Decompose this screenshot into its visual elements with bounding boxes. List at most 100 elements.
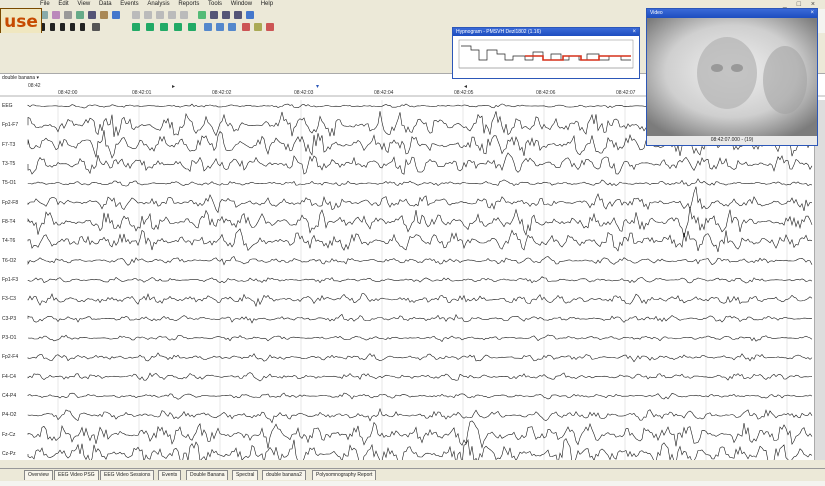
record-icon[interactable] [242,23,250,31]
menu-analysis[interactable]: Analysis [147,0,169,9]
channel-label[interactable]: Fp1-F3 [2,276,26,284]
print-icon[interactable] [64,11,72,19]
layout-icon-4[interactable] [168,11,176,19]
channel-label[interactable]: P3-O1 [2,334,26,342]
close-icon[interactable]: × [810,10,814,16]
playhead-marker-icon[interactable]: ◂ [464,83,467,90]
edit-icon[interactable] [100,11,108,19]
patient-face [697,37,757,109]
zoom-icon[interactable] [88,11,96,19]
menu-view[interactable]: View [77,0,90,9]
annotation-icon-3[interactable] [228,23,236,31]
tab-eeg-video-psg[interactable]: EEG Video PSG [54,470,99,480]
hypnogram-window[interactable]: Hypnogram - PMSVH Dezl1802 (1.16) × [452,27,640,79]
menu-edit[interactable]: Edit [58,0,68,9]
channel-label[interactable]: T4-T6 [2,237,26,245]
playhead-marker-icon[interactable]: ▸ [172,83,175,90]
video-timestamp: 08:42:07.000 - (19) [710,137,754,143]
channel-label[interactable]: EEG [2,102,26,110]
hypnogram-titlebar[interactable]: Hypnogram - PMSVH Dezl1802 (1.16) × [453,28,639,36]
settings-icon[interactable] [246,11,254,19]
save-icon[interactable] [52,11,60,19]
layout-icon-5[interactable] [180,11,188,19]
channel-label[interactable]: C4-P4 [2,392,26,400]
play-icon[interactable] [60,23,65,31]
alert-icon[interactable] [266,23,274,31]
hypnogram-plot [458,39,634,69]
marker-icon[interactable] [112,11,120,19]
eeg-channel-trace [27,438,813,469]
annotation-icon-2[interactable] [216,23,224,31]
event-icon-5[interactable] [188,23,196,31]
filter-icon[interactable] [222,11,230,19]
step-forward-icon[interactable] [80,23,85,31]
annotation-icon-1[interactable] [204,23,212,31]
flag-icon[interactable] [254,23,262,31]
chevron-down-icon[interactable]: ▾ [36,75,39,81]
hypnogram-title: Hypnogram - PMSVH Dezl1802 (1.16) [456,29,542,35]
channel-label[interactable]: F8-T4 [2,218,26,226]
channel-label[interactable]: T5-O1 [2,179,26,187]
loop-icon[interactable] [92,23,100,31]
tab-overview[interactable]: Overview [24,470,53,480]
menu-help[interactable]: Help [261,0,273,9]
event-icon-3[interactable] [160,23,168,31]
copy-icon[interactable] [76,11,84,19]
event-icon-2[interactable] [146,23,154,31]
tab-spectral[interactable]: Spectral [232,470,259,480]
channel-label[interactable]: F4-C4 [2,373,26,381]
menu-reports[interactable]: Reports [178,0,199,9]
video-window[interactable]: Video × 08:42:07.000 - (19) [646,8,818,146]
layout-icon-3[interactable] [156,11,164,19]
menu-window[interactable]: Window [231,0,252,9]
eeg-channel-trace [27,276,813,284]
timeline-tick: 08:42:00 [58,90,78,96]
tab-double-banana2[interactable]: double banana2 [262,470,306,480]
montage-icon[interactable] [198,11,206,19]
eeg-channel-trace [27,293,813,308]
channel-label[interactable]: T3-T5 [2,160,26,168]
channel-label[interactable]: Fz-Cz [2,431,26,439]
tab-polysomnography-report[interactable]: Polysomnography Report [312,470,377,480]
eeg-channel-trace [27,407,813,424]
eeg-channel-trace [27,352,813,363]
status-bar [0,460,825,468]
close-icon[interactable]: × [632,29,636,35]
channel-label[interactable]: F7-T3 [2,141,26,149]
montage-select[interactable]: double banana [2,75,35,81]
layout-icon-1[interactable] [132,11,140,19]
eeg-channel-trace [27,186,813,214]
tab-eeg-video-sessions[interactable]: EEG Video Sessions [100,470,155,480]
sensitivity-icon[interactable] [210,11,218,19]
eeg-channel-trace [27,228,813,253]
playhead-marker-icon[interactable]: ▾ [316,83,319,90]
channel-label[interactable]: Fp2-F4 [2,353,26,361]
eeg-channel-trace [27,152,813,175]
channel-label[interactable]: Cz-Pz [2,450,26,458]
tab-double-banana[interactable]: Double Banana [186,470,229,480]
menu-data[interactable]: Data [99,0,112,9]
video-titlebar[interactable]: Video × [647,9,817,18]
event-icon-1[interactable] [132,23,140,31]
eeg-trace-area[interactable]: EEG Fp1-F7 F7-T3 T3-T5 T5-O1 Fp2-F8 F8-T4 T4-T6… [0,100,815,469]
vertical-scrollbar[interactable] [814,100,825,460]
menu-events[interactable]: Events [120,0,138,9]
channel-label[interactable]: C3-P3 [2,315,26,323]
event-icon-4[interactable] [174,23,182,31]
timebase-icon[interactable] [234,11,242,19]
channel-label[interactable]: P4-O2 [2,411,26,419]
channel-label[interactable]: Fp1-F7 [2,121,26,129]
step-back-icon[interactable] [50,23,55,31]
channel-label[interactable]: Fp2-F8 [2,199,26,207]
eeg-channel-trace [27,256,813,266]
timeline-tick: 08:42:05 [454,90,474,96]
eeg-channel-trace [27,420,813,449]
menu-tools[interactable]: Tools [208,0,222,9]
stop-icon[interactable] [70,23,75,31]
tab-events[interactable]: Events [158,470,182,480]
tab-bar: Overview EEG Video PSG EEG Video Session… [0,468,825,481]
layout-icon-2[interactable] [144,11,152,19]
timeline-tick: 08:42:04 [374,90,394,96]
channel-label[interactable]: T6-O2 [2,257,26,265]
channel-label[interactable]: F3-C3 [2,295,26,303]
